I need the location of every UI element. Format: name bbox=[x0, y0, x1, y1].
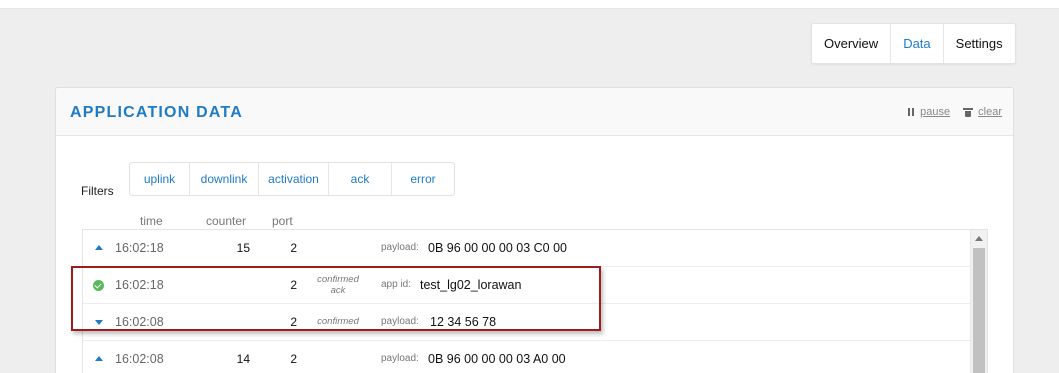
stream-controls: pause clear bbox=[908, 106, 1002, 118]
uplink-arrow-icon bbox=[95, 245, 103, 250]
clear-label: clear bbox=[978, 106, 1002, 118]
table-row[interactable]: 16:02:08 2 confirmed payload: 12 34 56 7… bbox=[83, 304, 971, 341]
row-field-label: payload: bbox=[381, 353, 419, 364]
trash-icon bbox=[963, 107, 974, 117]
table-row[interactable]: 16:02:18 15 2 payload: 0B 96 00 00 00 03… bbox=[83, 230, 971, 267]
scrollbar-thumb[interactable] bbox=[973, 248, 985, 373]
row-time: 16:02:18 bbox=[115, 241, 164, 255]
row-field-label: payload: bbox=[381, 242, 419, 253]
row-field-label: app id: bbox=[381, 279, 412, 290]
filter-activation-button[interactable]: activation bbox=[259, 163, 329, 195]
panel-header: APPLICATION DATA pause clear bbox=[56, 88, 1013, 136]
check-circle-icon bbox=[93, 280, 104, 291]
downlink-arrow-icon bbox=[95, 320, 103, 325]
row-time: 16:02:08 bbox=[115, 352, 164, 366]
column-header-counter: counter bbox=[206, 214, 247, 228]
view-tabs: Overview Data Settings bbox=[811, 23, 1016, 64]
row-field-label: payload: bbox=[381, 316, 419, 327]
row-field-value: 0B 96 00 00 00 03 C0 00 bbox=[428, 241, 568, 255]
filter-downlink-button[interactable]: downlink bbox=[190, 163, 259, 195]
row-field-value: 12 34 56 78 bbox=[430, 315, 497, 329]
filters-label: Filters bbox=[81, 184, 114, 198]
top-strip bbox=[0, 0, 1059, 9]
pause-button[interactable]: pause bbox=[908, 106, 950, 118]
row-flag-line2: ack bbox=[330, 285, 346, 296]
table-row[interactable]: 16:02:08 14 2 payload: 0B 96 00 00 00 03… bbox=[83, 341, 971, 373]
pause-label: pause bbox=[920, 106, 951, 118]
uplink-arrow-icon bbox=[95, 356, 103, 361]
clear-button[interactable]: clear bbox=[963, 106, 1002, 118]
tab-settings[interactable]: Settings bbox=[944, 24, 1015, 63]
application-data-panel: APPLICATION DATA pause clear Filters upl… bbox=[55, 87, 1014, 373]
tab-overview[interactable]: Overview bbox=[812, 24, 892, 63]
row-port: 2 bbox=[290, 315, 297, 329]
row-field-value: 0B 96 00 00 00 03 A0 00 bbox=[428, 352, 566, 366]
vertical-scrollbar[interactable] bbox=[970, 230, 987, 373]
row-flag: confirmed bbox=[317, 316, 359, 327]
row-counter: 14 bbox=[236, 352, 250, 366]
tab-data[interactable]: Data bbox=[891, 24, 944, 63]
row-time: 16:02:08 bbox=[115, 315, 164, 329]
table-row[interactable]: 16:02:18 2 confirmed ack app id: test_lg0… bbox=[83, 267, 971, 304]
filter-uplink-button[interactable]: uplink bbox=[130, 163, 190, 195]
scroll-up-arrow-icon[interactable] bbox=[975, 236, 983, 241]
column-header-port: port bbox=[272, 214, 293, 228]
row-field-value: test_lg02_lorawan bbox=[420, 278, 522, 292]
panel-title: APPLICATION DATA bbox=[70, 104, 243, 121]
row-flag-line1: confirmed bbox=[317, 274, 359, 285]
row-port: 2 bbox=[290, 241, 297, 255]
row-port: 2 bbox=[290, 278, 297, 292]
row-time: 16:02:18 bbox=[115, 278, 164, 292]
row-flag: confirmed ack bbox=[308, 274, 368, 296]
filter-buttons: uplink downlink activation ack error bbox=[129, 162, 455, 196]
filter-error-button[interactable]: error bbox=[392, 163, 454, 195]
column-header-time: time bbox=[140, 214, 163, 228]
data-table: 16:02:18 15 2 payload: 0B 96 00 00 00 03… bbox=[82, 229, 988, 373]
pause-icon bbox=[908, 108, 915, 116]
row-port: 2 bbox=[290, 352, 297, 366]
row-counter: 15 bbox=[236, 241, 250, 255]
filter-ack-button[interactable]: ack bbox=[329, 163, 392, 195]
